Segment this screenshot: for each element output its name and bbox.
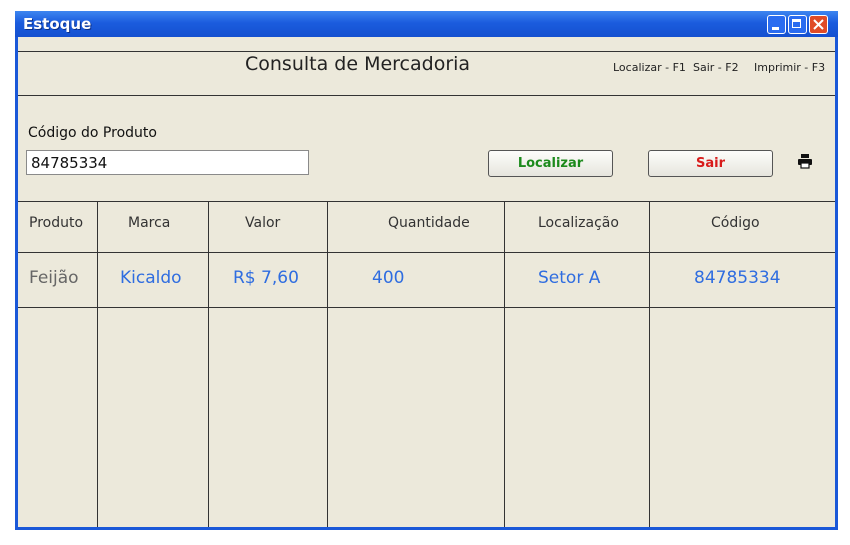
page-title: Consulta de Mercadoria bbox=[245, 53, 471, 75]
cell-codigo: 84785334 bbox=[694, 268, 781, 288]
close-icon[interactable] bbox=[809, 15, 828, 34]
column-header-quantidade: Quantidade bbox=[388, 215, 470, 231]
column-divider bbox=[504, 201, 505, 527]
table-header-divider bbox=[18, 252, 835, 253]
title-bar[interactable]: Estoque bbox=[15, 11, 838, 37]
header-top-divider bbox=[18, 51, 835, 52]
localizar-button[interactable]: Localizar bbox=[488, 150, 613, 177]
shortcut-localizar: Localizar - F1 bbox=[613, 61, 686, 74]
table-row-divider bbox=[18, 307, 835, 308]
column-header-valor: Valor bbox=[245, 215, 281, 231]
minimize-icon[interactable] bbox=[767, 15, 786, 34]
cell-valor: R$ 7,60 bbox=[233, 268, 299, 288]
column-header-localizacao: Localização bbox=[538, 215, 619, 231]
shortcut-sair: Sair - F2 bbox=[693, 61, 739, 74]
cell-marca: Kicaldo bbox=[120, 268, 182, 288]
column-header-marca: Marca bbox=[128, 215, 171, 231]
column-divider bbox=[327, 201, 328, 527]
shortcut-imprimir: Imprimir - F3 bbox=[754, 61, 826, 74]
cell-produto: Feijão bbox=[29, 268, 79, 288]
product-code-label: Código do Produto bbox=[28, 125, 157, 141]
window-title: Estoque bbox=[23, 15, 92, 33]
header-bottom-divider bbox=[18, 95, 835, 96]
product-code-input[interactable] bbox=[26, 150, 309, 175]
sair-button[interactable]: Sair bbox=[648, 150, 773, 177]
column-header-codigo: Código bbox=[711, 215, 760, 231]
maximize-icon[interactable] bbox=[788, 15, 807, 34]
column-divider bbox=[649, 201, 650, 527]
column-divider bbox=[97, 201, 98, 527]
column-header-produto: Produto bbox=[29, 215, 84, 231]
cell-localizacao: Setor A bbox=[538, 268, 601, 288]
printer-icon[interactable] bbox=[797, 153, 813, 169]
column-divider bbox=[208, 201, 209, 527]
table-top-border bbox=[18, 201, 835, 202]
cell-quantidade: 400 bbox=[372, 268, 405, 288]
